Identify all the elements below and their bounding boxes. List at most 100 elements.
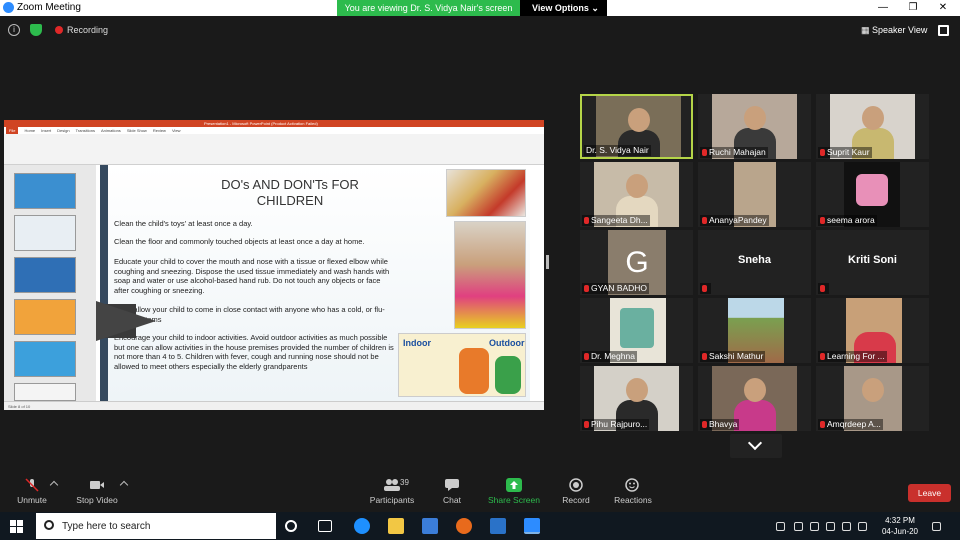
- reactions-button[interactable]: Reactions: [593, 476, 673, 510]
- muted-mic-icon: [584, 285, 589, 292]
- meeting-topbar: i Recording ▦ Speaker View: [0, 16, 960, 44]
- ppt-tab[interactable]: View: [172, 127, 181, 134]
- ppt-tab[interactable]: Design: [57, 127, 69, 134]
- clock-time: 4:32 PM: [885, 516, 915, 525]
- slide-thumbnail[interactable]: [14, 257, 76, 293]
- participant-name: Amqrdeep A...: [818, 419, 883, 430]
- participant-tile[interactable]: Sangeeta Dh...: [580, 162, 693, 227]
- participant-name: Ruchi Mahajan: [700, 147, 768, 158]
- child-figure: [495, 356, 521, 394]
- participant-tile[interactable]: Bhavya: [698, 366, 811, 431]
- participant-name: Sakshi Mathur: [700, 351, 766, 362]
- store-icon[interactable]: [422, 518, 438, 534]
- speaker-view-button[interactable]: ▦ Speaker View: [857, 22, 931, 38]
- ppt-tab[interactable]: File: [6, 127, 19, 134]
- share-screen-icon: [506, 478, 522, 492]
- participant-tile[interactable]: Pihu Rajpuro...: [580, 366, 693, 431]
- task-view-icon[interactable]: [318, 520, 332, 532]
- search-placeholder: Type here to search: [62, 521, 151, 532]
- encryption-shield-icon[interactable]: [30, 24, 42, 36]
- annotation-arrow-head: [96, 301, 156, 341]
- firefox-icon[interactable]: [456, 518, 472, 534]
- slide-bullet: Encourage your child to indoor activitie…: [114, 333, 394, 371]
- windows-start-icon[interactable]: [10, 520, 23, 533]
- participant-display-name: Sneha: [737, 254, 771, 266]
- edge-browser-icon[interactable]: [354, 518, 370, 534]
- minimize-button[interactable]: —: [868, 0, 898, 16]
- ppt-ribbon-tabs: File Home Insert Design Transitions Animation…: [4, 127, 544, 134]
- participant-tile[interactable]: seema arora: [816, 162, 929, 227]
- indoor-label: Indoor: [403, 338, 431, 348]
- cortana-icon[interactable]: [285, 520, 297, 532]
- ppt-tab[interactable]: Transitions: [76, 127, 95, 134]
- record-icon: [569, 478, 583, 492]
- participant-display-name: Kriti Soni: [848, 254, 897, 266]
- muted-mic-icon: [702, 421, 707, 428]
- people-icon[interactable]: [776, 522, 785, 531]
- slide-thumbnail[interactable]: [14, 173, 76, 209]
- participant-tile[interactable]: Learning For ...: [816, 298, 929, 363]
- participant-tile[interactable]: Suprit Kaur: [816, 94, 929, 159]
- ppt-tab[interactable]: Review: [153, 127, 166, 134]
- ppt-tab[interactable]: Slide Show: [127, 127, 147, 134]
- participant-tile[interactable]: G GYAN BADHO: [580, 230, 693, 295]
- system-clock[interactable]: 4:32 PM 04-Jun-20: [880, 515, 920, 537]
- participant-name: Bhavya: [700, 419, 740, 430]
- view-options-button[interactable]: View Options ⌄: [524, 0, 607, 16]
- network-icon[interactable]: [858, 522, 867, 531]
- cleaning-child-image: [454, 221, 526, 329]
- recording-dot-icon: [55, 26, 63, 34]
- battery-icon[interactable]: [826, 522, 835, 531]
- participant-tile[interactable]: Dr. S. Vidya Nair: [580, 94, 693, 159]
- participant-tile[interactable]: Sakshi Mathur: [698, 298, 811, 363]
- slide-thumbnail[interactable]: [14, 215, 76, 251]
- participant-name: seema arora: [818, 215, 877, 226]
- ppt-window-title: Presentation1 - Microsoft PowerPoint (Pr…: [204, 121, 318, 126]
- slide-thumbnail[interactable]: [14, 383, 76, 401]
- restore-button[interactable]: ❐: [898, 0, 928, 16]
- participants-icon: [384, 479, 400, 491]
- participant-tile[interactable]: Amqrdeep A...: [816, 366, 929, 431]
- window-title: Zoom Meeting: [17, 2, 81, 13]
- muted-mic-icon: [584, 217, 589, 224]
- chevron-up-icon[interactable]: [794, 522, 803, 531]
- ppt-tab[interactable]: Insert: [41, 127, 51, 134]
- participant-name: Sangeeta Dh...: [582, 215, 650, 226]
- participant-tile[interactable]: Dr. Meghna: [580, 298, 693, 363]
- onedrive-icon[interactable]: [810, 522, 819, 531]
- zoom-taskbar-icon[interactable]: [524, 518, 540, 534]
- muted-mic-icon: [820, 285, 825, 292]
- participant-tile[interactable]: Sneha: [698, 230, 811, 295]
- file-explorer-icon[interactable]: [388, 518, 404, 534]
- mail-icon[interactable]: [490, 518, 506, 534]
- muted-mic-icon: [820, 149, 825, 156]
- recording-label: Recording: [67, 25, 109, 35]
- slide-thumbnail-pane: [4, 165, 96, 401]
- notifications-icon[interactable]: [932, 522, 941, 531]
- participant-tile[interactable]: Kriti Soni: [816, 230, 929, 295]
- volume-icon[interactable]: [842, 522, 851, 531]
- slide-bullet: Clean the child's toys' at least once a …: [114, 219, 253, 228]
- leave-button[interactable]: Leave: [908, 484, 951, 502]
- participant-tile[interactable]: AnanyaPandey: [698, 162, 811, 227]
- ppt-tab[interactable]: Animations: [101, 127, 121, 134]
- toys-image: [446, 169, 526, 217]
- meeting-info-icon[interactable]: i: [8, 24, 20, 36]
- fullscreen-icon[interactable]: [938, 25, 949, 36]
- ppt-tab[interactable]: Home: [24, 127, 35, 134]
- slide-thumbnail[interactable]: [14, 341, 76, 377]
- slide-status: Slide 8 of 10: [8, 404, 31, 409]
- close-button[interactable]: ✕: [928, 0, 958, 16]
- taskbar-search-box[interactable]: Type here to search: [36, 513, 276, 539]
- windows-taskbar: Type here to search 4:32 PM 04-Jun-20: [0, 512, 960, 540]
- participant-name: AnanyaPandey: [700, 215, 769, 226]
- participant-tile[interactable]: Ruchi Mahajan: [698, 94, 811, 159]
- muted-mic-icon: [702, 353, 707, 360]
- split-handle[interactable]: [546, 255, 549, 269]
- shared-screen: Presentation1 - Microsoft PowerPoint (Pr…: [4, 120, 544, 410]
- muted-mic-icon: [702, 149, 707, 156]
- participants-count: 39: [400, 478, 409, 487]
- more-participants-button[interactable]: [730, 434, 782, 458]
- slide-thumbnail[interactable]: [14, 299, 76, 335]
- participant-gallery: Dr. S. Vidya Nair Ruchi Mahajan Suprit K…: [580, 94, 930, 431]
